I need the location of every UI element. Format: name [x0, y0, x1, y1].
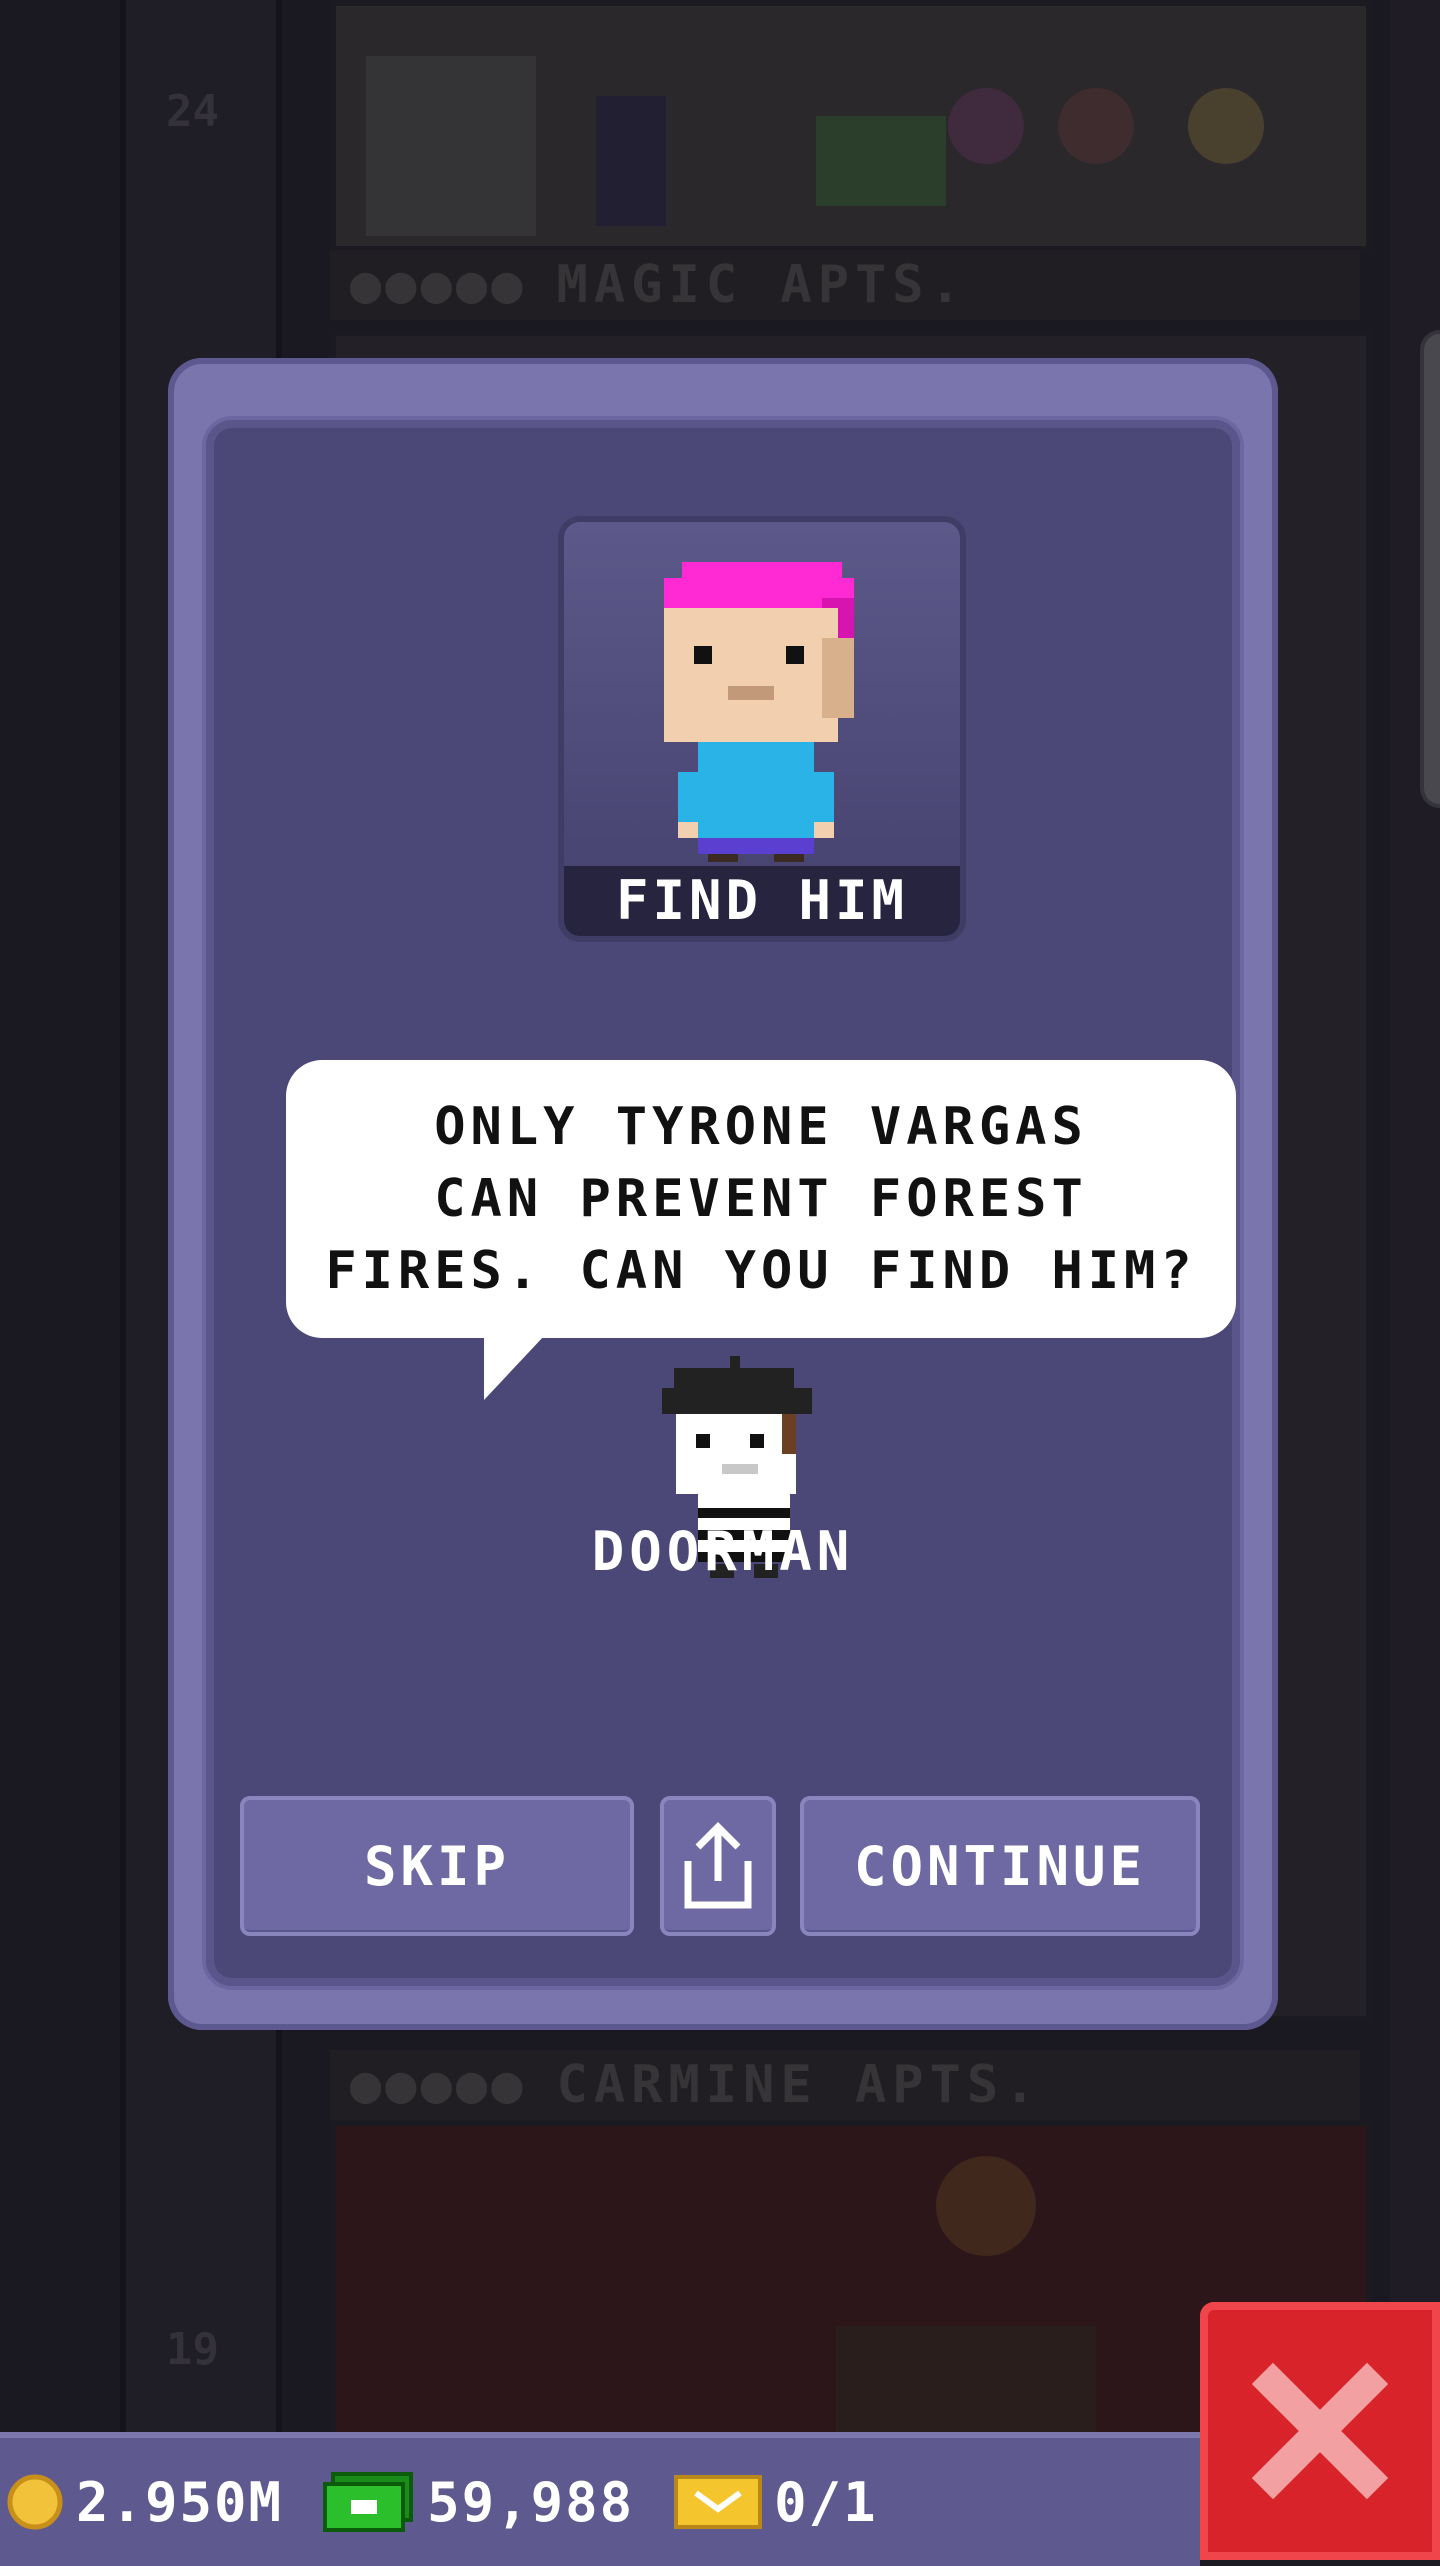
- speaker-name: DOORMAN: [591, 1520, 855, 1583]
- dialog-panel: FIND HIM ONLY TYRONE VARGAS CAN PREVENT …: [206, 420, 1240, 1986]
- coin-icon: [7, 2474, 63, 2530]
- close-button[interactable]: [1200, 2302, 1440, 2560]
- ticket-icon: [674, 2475, 763, 2529]
- share-button[interactable]: [660, 1796, 776, 1936]
- portrait-caption: FIND HIM: [564, 866, 960, 936]
- bux-icon: [323, 2472, 414, 2532]
- continue-button[interactable]: CONTINUE: [800, 1796, 1200, 1936]
- tickets-value: 0/1: [774, 2470, 878, 2534]
- status-bar: 2.950M 59,988 0/1: [0, 2432, 1200, 2566]
- speech-bubble-tail: [484, 1336, 544, 1400]
- close-icon: [1251, 2362, 1389, 2500]
- speech-bubble: ONLY TYRONE VARGAS CAN PREVENT FOREST FI…: [286, 1060, 1236, 1338]
- tickets-stat: 0/1: [674, 2471, 878, 2534]
- bitizen-avatar-icon: [664, 562, 854, 862]
- skip-button[interactable]: SKIP: [240, 1796, 634, 1936]
- coins-stat: 2.950M: [6, 2471, 283, 2534]
- speech-text: ONLY TYRONE VARGAS CAN PREVENT FOREST FI…: [325, 1097, 1197, 1301]
- bux-stat: 59,988: [323, 2470, 634, 2534]
- share-icon: [684, 1822, 752, 1909]
- target-portrait: FIND HIM: [558, 516, 966, 942]
- coins-value: 2.950M: [76, 2470, 284, 2534]
- bux-value: 59,988: [427, 2470, 635, 2534]
- mission-dialog: FIND HIM ONLY TYRONE VARGAS CAN PREVENT …: [168, 358, 1278, 2030]
